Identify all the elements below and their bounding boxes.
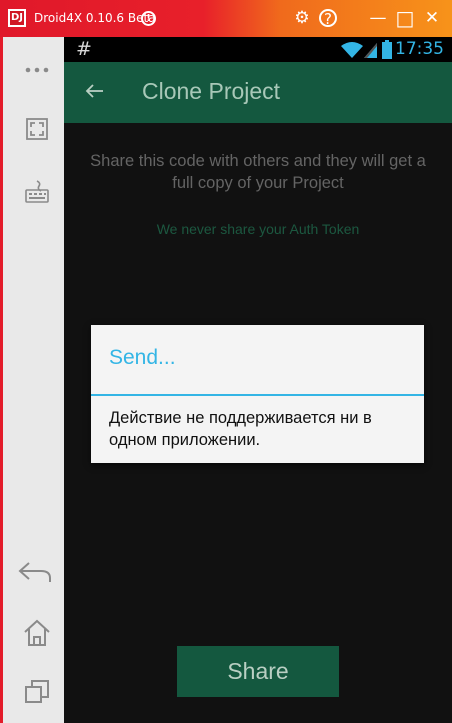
wifi-icon (341, 41, 363, 63)
home-icon[interactable] (23, 618, 51, 646)
notification-hash-icon: # (76, 38, 92, 60)
more-icon[interactable] (23, 56, 51, 84)
droid4x-logo: DJ (8, 9, 26, 27)
dialog-divider (91, 394, 424, 396)
dialog-title: Send... (109, 346, 176, 369)
battery-icon (382, 40, 392, 63)
auth-token-note: We never share your Auth Token (156, 221, 360, 237)
android-screen: # 17:35 Clone Project Share this code wi… (64, 37, 452, 723)
keyboard-icon[interactable] (23, 177, 51, 205)
close-icon[interactable]: ✕ (420, 6, 444, 30)
help-icon[interactable]: ? (319, 9, 337, 27)
app-bar: Clone Project (64, 62, 452, 123)
back-icon[interactable] (17, 558, 53, 586)
window-title: Droid4X 0.10.6 Beta (34, 11, 156, 25)
settings-icon[interactable]: ⚙ (290, 6, 314, 30)
signal-icon (364, 41, 378, 63)
send-dialog: Send... Действие не поддерживается ни в … (91, 325, 424, 463)
fullscreen-icon[interactable] (23, 115, 51, 143)
status-clock: 17:35 (395, 39, 444, 59)
share-description: Share this code with others and they wil… (90, 152, 426, 192)
emulator-title-bar: DJ Droid4X 0.10.6 Beta ! ⚙ ? — □ ✕ (0, 0, 452, 37)
emulator-sidebar (0, 37, 64, 723)
minimize-icon[interactable]: — (366, 6, 390, 30)
dialog-message: Действие не поддерживается ни в одном пр… (109, 409, 372, 449)
recent-apps-icon[interactable] (23, 678, 51, 706)
share-button[interactable]: Share (177, 646, 339, 697)
info-icon[interactable]: ! (141, 11, 156, 26)
status-bar: # 17:35 (64, 37, 452, 62)
maximize-icon[interactable]: □ (393, 6, 417, 30)
back-arrow-icon[interactable] (82, 78, 108, 104)
screen-title: Clone Project (142, 78, 281, 104)
